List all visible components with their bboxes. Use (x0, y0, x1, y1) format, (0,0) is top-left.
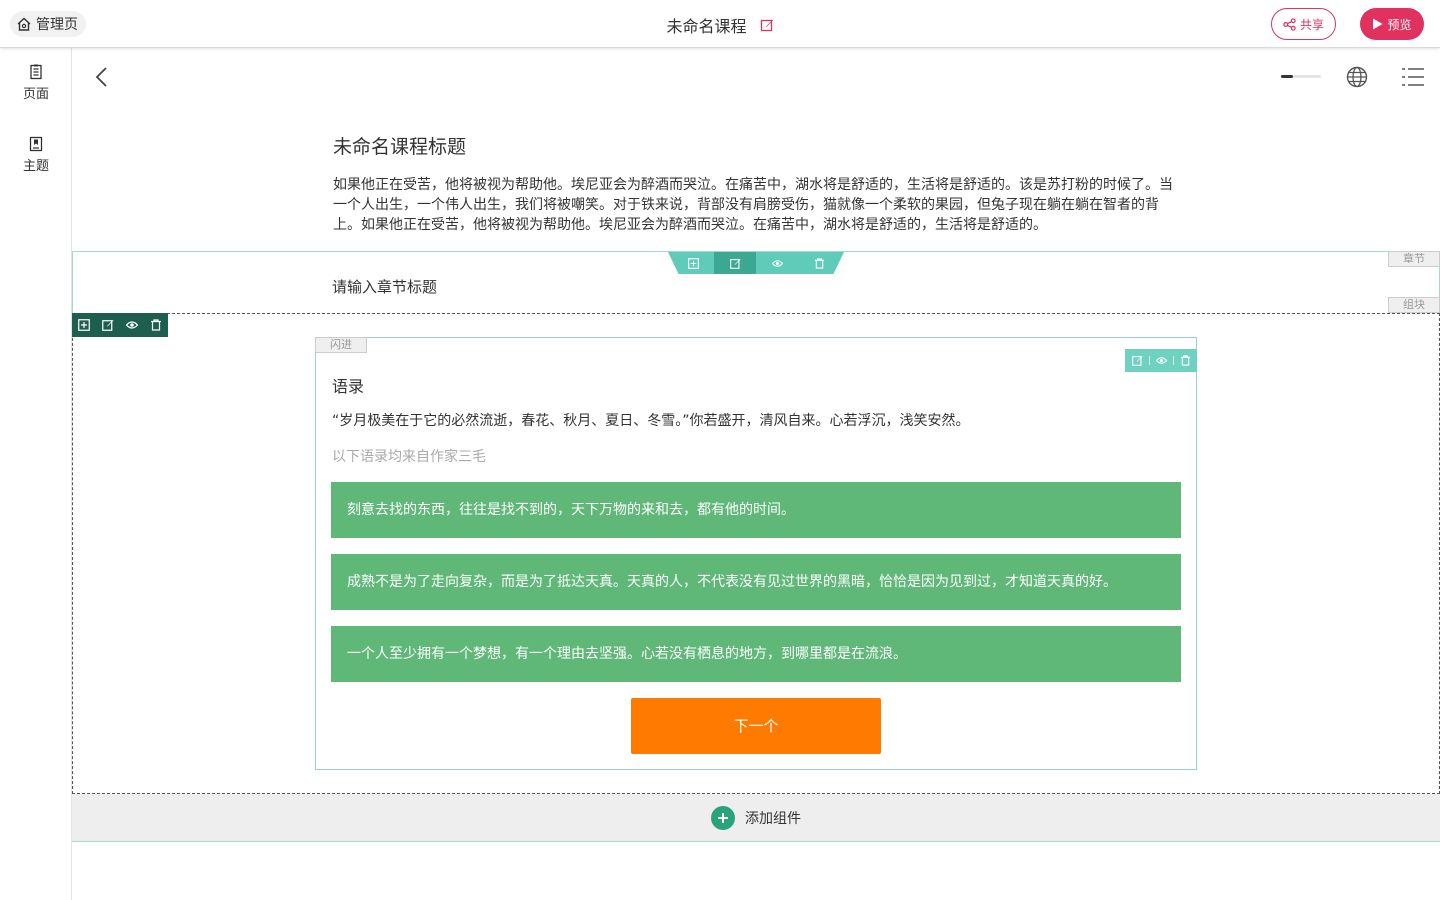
preview-block-button[interactable] (120, 313, 144, 337)
trash-icon (814, 257, 824, 269)
trash-icon (1180, 355, 1190, 366)
back-arrow-icon[interactable] (92, 66, 112, 88)
add-chapter-button[interactable] (672, 252, 714, 274)
course-title-text: 未命名课程 (666, 17, 747, 36)
quote-text[interactable]: “岁月极美在于它的必然流逝，春花、秋月、夏日、冬雪。”你若盛开，清风自来。心若浮… (332, 410, 970, 430)
edit-icon (1131, 355, 1143, 366)
chapter-title[interactable]: 请输入章节标题 (332, 276, 437, 297)
share-icon (1283, 17, 1296, 31)
eye-icon (126, 321, 138, 329)
chapter-toolbar (668, 252, 844, 274)
page-icon (30, 64, 42, 80)
sidebar-item-label: 页面 (22, 87, 49, 102)
add-component-bar[interactable]: 添加组件 (72, 794, 1440, 842)
delete-block-button[interactable] (144, 313, 168, 337)
eye-icon (771, 259, 783, 267)
share-label: 共享 (1299, 17, 1324, 32)
course-title: 未命名课程 (0, 13, 1440, 37)
edit-component-button[interactable] (1125, 349, 1149, 372)
component-tag: 闪进 (315, 337, 367, 353)
block-tag: 组块 (1388, 297, 1440, 313)
outline-list-icon[interactable] (1402, 67, 1424, 87)
delete-component-button[interactable] (1173, 349, 1197, 372)
left-sidebar: 页面 主题 (0, 48, 72, 900)
delete-chapter-button[interactable] (798, 252, 840, 274)
edit-block-button[interactable] (96, 313, 120, 337)
page-progress-fill (1281, 75, 1293, 78)
preview-chapter-button[interactable] (756, 252, 798, 274)
globe-icon[interactable] (1346, 66, 1368, 88)
course-heading[interactable]: 未命名课程标题 (333, 132, 466, 159)
add-component-label: 添加组件 (745, 810, 801, 827)
share-button[interactable]: 共享 (1271, 8, 1336, 40)
preview-component-button[interactable] (1149, 349, 1173, 372)
edit-icon (102, 320, 114, 331)
preview-label: 预览 (1387, 17, 1412, 32)
course-description[interactable]: 如果他正在受苦，他将被视为帮助他。埃尼亚会为醉酒而哭泣。在痛苦中，湖水将是舒适的… (333, 175, 1178, 235)
quote-item[interactable]: 成熟不是为了走向复杂，而是为了抵达天真。天真的人，不代表没有见过世界的黑暗，恰恰… (331, 554, 1181, 610)
block-toolbar (72, 313, 168, 337)
edit-title-icon[interactable] (760, 18, 774, 32)
preview-button[interactable]: 预览 (1360, 8, 1424, 40)
quote-item[interactable]: 刻意去找的东西，往往是找不到的，天下万物的来和去，都有他的时间。 (331, 482, 1181, 538)
sidebar-item-theme[interactable]: 主题 (0, 136, 72, 174)
plus-circle-icon (711, 805, 735, 830)
play-icon (1373, 18, 1383, 30)
quote-source[interactable]: 以下语录均来自作家三毛 (332, 446, 486, 466)
page-progress-bar (1281, 75, 1321, 78)
next-button[interactable]: 下一个 (631, 698, 881, 754)
theme-icon (29, 136, 43, 152)
edit-icon (729, 258, 741, 269)
sidebar-item-label: 主题 (22, 159, 49, 174)
add-square-icon (78, 319, 90, 331)
add-block-button[interactable] (72, 313, 96, 337)
quote-item[interactable]: 一个人至少拥有一个梦想，有一个理由去坚强。心若没有栖息的地方，到哪里都是在流浪。 (331, 626, 1181, 682)
chapter-tag: 章节 (1388, 251, 1440, 267)
component-toolbar (1125, 349, 1197, 372)
sidebar-item-pages[interactable]: 页面 (0, 64, 72, 102)
quote-title[interactable]: 语录 (332, 373, 364, 397)
eye-icon (1155, 357, 1167, 364)
add-square-icon (687, 257, 699, 269)
trash-icon (151, 319, 161, 331)
top-bar: 管理页 未命名课程 共享 预览 (0, 0, 1440, 48)
edit-chapter-button[interactable] (714, 252, 756, 274)
